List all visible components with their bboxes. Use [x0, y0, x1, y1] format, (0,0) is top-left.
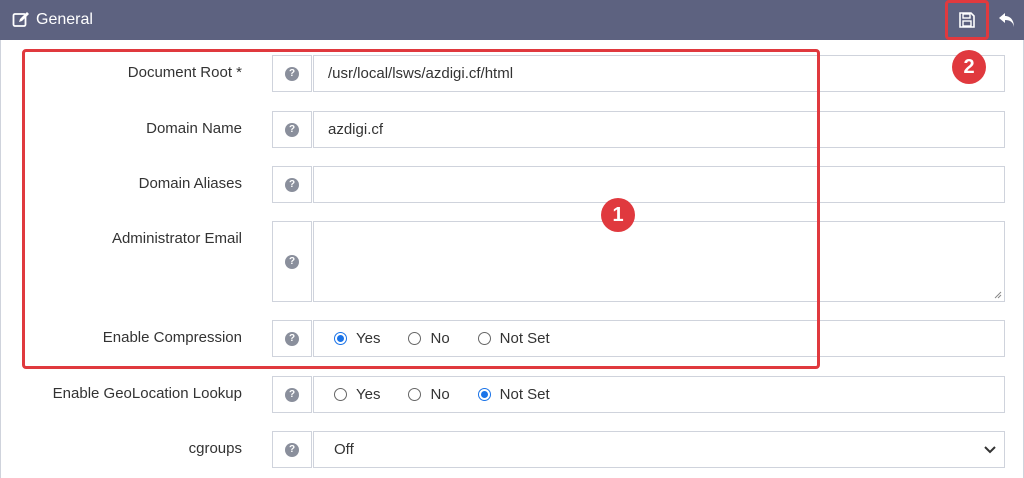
annotation-box-2 [945, 0, 989, 40]
annotation-box-1 [22, 49, 820, 369]
label-cgroups: cgroups [188, 440, 242, 457]
cgroups-value: Off [334, 441, 354, 458]
enable-geolocation-radios: Yes No Not Set [313, 376, 1005, 413]
help-icon: ? [285, 442, 299, 457]
radio-unchecked[interactable] [334, 388, 347, 401]
help-icon: ? [285, 387, 299, 402]
radio-label: No [430, 386, 450, 403]
label-enable-geolocation: Enable GeoLocation Lookup [52, 385, 242, 402]
help-cgroups[interactable]: ? [272, 431, 312, 468]
edit-square-icon [12, 12, 29, 27]
undo-button[interactable] [994, 4, 1020, 36]
panel-title-text: General [36, 11, 93, 28]
annotation-badge-1: 1 [601, 198, 635, 232]
panel-border-left [0, 40, 1, 478]
chevron-down-icon [984, 445, 996, 453]
radio-unchecked[interactable] [408, 388, 422, 401]
help-enable-geolocation[interactable]: ? [272, 376, 312, 413]
annotation-badge-2: 2 [952, 50, 986, 84]
panel-title: General [12, 0, 93, 40]
radio-checked[interactable] [477, 388, 491, 401]
undo-arrow-icon [999, 13, 1014, 27]
geolocation-radio-yes[interactable]: Yes [334, 386, 380, 403]
panel-header: General [0, 0, 1024, 40]
radio-label: Not Set [499, 386, 550, 403]
geolocation-radio-not-set[interactable]: Not Set [477, 386, 550, 403]
geolocation-radio-no[interactable]: No [408, 386, 450, 403]
cgroups-select[interactable]: Off [313, 431, 1005, 468]
radio-label: Yes [356, 386, 381, 403]
resize-grip-icon[interactable] [994, 291, 1002, 299]
